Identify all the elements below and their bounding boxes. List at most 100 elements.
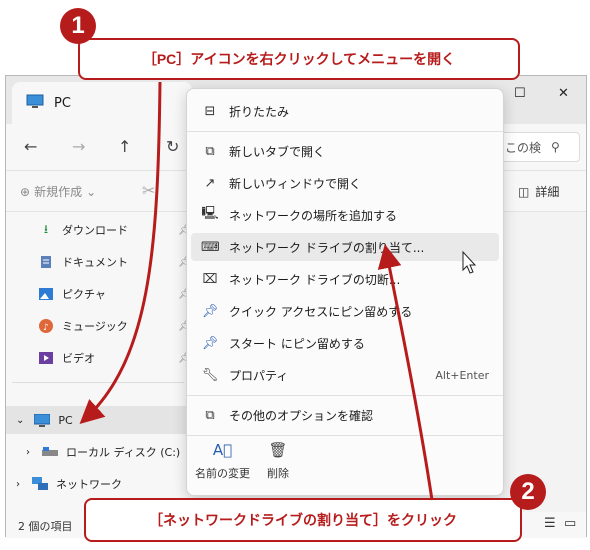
sidebar-item-pictures[interactable]: ピクチャ 📌︎ <box>6 280 191 308</box>
monitor-icon <box>34 413 51 427</box>
menu-item-label: スタート にピン留めする <box>229 336 365 351</box>
download-icon: ⭳ <box>43 221 49 236</box>
rename-button[interactable]: A︎⃞ 名前の変更 <box>195 441 250 481</box>
music-icon: ♪ <box>38 319 54 333</box>
menu-item-pin-start[interactable]: 📌︎ スタート にピン留めする <box>191 329 499 357</box>
rename-icon: A︎⃞ <box>212 441 233 459</box>
new-tab-icon: ⧉ <box>205 143 215 159</box>
list-view-icon[interactable]: ☰ <box>544 516 556 531</box>
cut-icon[interactable]: ✂ <box>142 181 155 200</box>
disconnect-drive-icon: ⌧ <box>202 271 218 287</box>
menu-item-label: ネットワークの場所を追加する <box>229 208 398 223</box>
trash-icon: 🗑︎ <box>268 441 288 459</box>
chevron-right-icon: › <box>26 446 30 458</box>
sidebar-item-label: PC <box>58 413 73 427</box>
collapse-icon: ⊟ <box>204 103 216 119</box>
menu-item-collapse[interactable]: ⊟ 折りたたみ <box>191 97 499 125</box>
new-button[interactable]: ⊕ 新規作成 ⌄ <box>20 183 96 200</box>
forward-arrow-icon[interactable]: → <box>72 137 85 156</box>
pin-start-icon: 📌︎ <box>201 335 219 351</box>
menu-item-add-network-location[interactable]: 🖳︎ ネットワークの場所を追加する <box>191 201 499 229</box>
svg-text:♪: ♪ <box>43 323 49 333</box>
step1-text: ［PC］アイコンを右クリックしてメニューを開く <box>142 51 456 67</box>
delete-label: 削除 <box>267 467 289 480</box>
menu-item-label: その他のオプションを確認 <box>229 408 374 423</box>
chevron-right-icon: › <box>16 478 20 490</box>
details-button[interactable]: ◫ 詳細 <box>518 183 559 200</box>
context-menu: ⊟ 折りたたみ ⧉ 新しいタブで開く ↗ 新しいウィンドウで開く 🖳︎ ネットワ… <box>186 88 504 496</box>
sidebar-item-label: ミュージック <box>62 320 128 333</box>
sidebar-item-local-disk[interactable]: › ローカル ディスク (C:) <box>6 438 191 466</box>
menu-item-more-options[interactable]: ⧉ その他のオプションを確認 <box>191 401 499 429</box>
sidebar-item-label: ネットワーク <box>56 478 122 491</box>
menu-separator <box>187 131 503 132</box>
search-icon: ⚲ <box>551 140 560 154</box>
menu-item-label: ネットワーク ドライブの切断... <box>229 272 401 287</box>
menu-item-disconnect-network-drive[interactable]: ⌧ ネットワーク ドライブの切断... <box>191 265 499 293</box>
close-button[interactable]: ✕ <box>558 86 569 101</box>
network-icon <box>32 477 48 491</box>
new-label: 新規作成 <box>34 185 83 199</box>
step2-callout: ［ネットワークドライブの割り当て］をクリック <box>84 498 522 542</box>
step2-badge: 2 <box>510 474 546 510</box>
menu-item-properties[interactable]: 🔧︎ プロパティ Alt+Enter <box>191 361 499 389</box>
menu-item-label: 新しいタブで開く <box>229 144 326 159</box>
step1-badge: 1 <box>60 8 96 44</box>
sidebar-item-videos[interactable]: ビデオ 📌︎ <box>6 344 191 372</box>
sidebar-item-network[interactable]: › ネットワーク <box>6 470 191 498</box>
sidebar-item-music[interactable]: ♪ ミュージック 📌︎ <box>6 312 191 340</box>
pin-icon: 📌︎ <box>201 303 219 319</box>
sidebar-item-label: ダウンロード <box>62 224 128 237</box>
step1-callout: ［PC］アイコンを右クリックしてメニューを開く <box>78 38 520 80</box>
network-location-icon: 🖳︎ <box>201 206 219 221</box>
menu-item-label: 新しいウィンドウで開く <box>229 176 362 191</box>
tab-pc[interactable]: PC <box>12 82 192 124</box>
refresh-icon[interactable]: ↻ <box>166 137 179 156</box>
chevron-down-icon: ⌄ <box>16 414 25 426</box>
menu-item-map-network-drive[interactable]: ⌨︎ ネットワーク ドライブの割り当て... <box>191 233 499 261</box>
menu-item-label: プロパティ <box>229 368 289 383</box>
details-label: 詳細 <box>535 185 560 199</box>
sidebar-item-label: ドキュメント <box>62 256 128 269</box>
rename-label: 名前の変更 <box>195 467 250 480</box>
video-icon <box>38 351 54 365</box>
tiles-view-icon[interactable]: ▭ <box>564 516 576 531</box>
monitor-icon <box>26 94 44 113</box>
details-pane-icon: ◫ <box>518 184 530 199</box>
sidebar-item-label: ピクチャ <box>62 288 106 301</box>
back-arrow-icon[interactable]: ← <box>24 137 37 156</box>
up-arrow-icon[interactable]: ↑ <box>118 137 131 156</box>
picture-icon <box>38 287 54 301</box>
shortcut-label: Alt+Enter <box>435 368 489 382</box>
sidebar-item-label: ビデオ <box>62 352 95 365</box>
document-icon <box>38 255 54 269</box>
tab-title: PC <box>54 95 71 111</box>
menu-item-label: ネットワーク ドライブの割り当て... <box>229 240 425 255</box>
chevron-down-icon: ⌄ <box>86 184 97 199</box>
maximize-button[interactable]: ☐ <box>514 86 526 101</box>
menu-item-open-new-tab[interactable]: ⧉ 新しいタブで開く <box>191 137 499 165</box>
sidebar-item-label: ローカル ディスク (C:) <box>66 446 181 459</box>
menu-item-label: 折りたたみ <box>229 104 290 119</box>
step2-text: ［ネットワークドライブの割り当て］をクリック <box>149 512 457 528</box>
menu-item-pin-quick-access[interactable]: 📌︎ クイック アクセスにピン留めする <box>191 297 499 325</box>
search-placeholder: この検 <box>505 140 542 155</box>
delete-button[interactable]: 🗑︎ 削除 <box>267 441 289 481</box>
wrench-icon: 🔧︎ <box>201 367 219 383</box>
search-input[interactable]: この検 ⚲ <box>498 132 580 162</box>
menu-item-open-new-window[interactable]: ↗ 新しいウィンドウで開く <box>191 169 499 197</box>
menu-separator <box>187 435 503 436</box>
more-options-icon: ⧉ <box>205 407 215 423</box>
plus-circle-icon: ⊕ <box>20 184 31 199</box>
new-window-icon: ↗ <box>204 175 216 191</box>
sidebar-item-documents[interactable]: ドキュメント 📌︎ <box>6 248 191 276</box>
sidebar-item-downloads[interactable]: ⭳ ダウンロード 📌︎ <box>6 216 191 244</box>
menu-separator <box>187 395 503 396</box>
disk-icon <box>42 445 58 459</box>
navigation-pane: ⭳ ダウンロード 📌︎ ドキュメント 📌︎ ピクチャ 📌︎ ♪ ミュージック 📌… <box>6 212 191 512</box>
menu-item-label: クイック アクセスにピン留めする <box>229 304 413 319</box>
sidebar-item-pc[interactable]: ⌄ PC <box>6 406 191 434</box>
map-drive-icon: ⌨︎ <box>201 239 220 255</box>
item-count: 2 個の項目 <box>18 520 73 533</box>
divider <box>12 382 184 383</box>
